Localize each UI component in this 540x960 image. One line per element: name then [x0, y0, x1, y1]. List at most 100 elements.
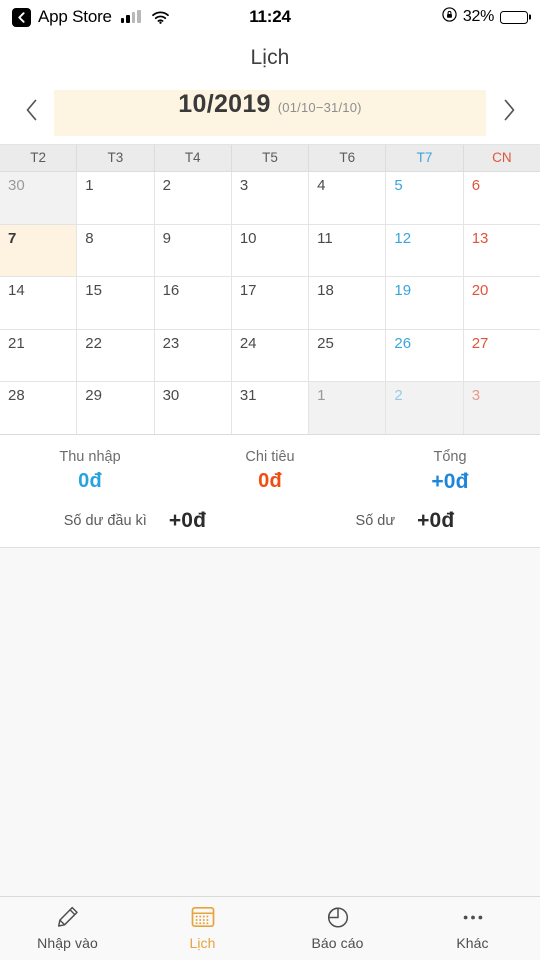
calendar-day-cell[interactable]: 19 [386, 277, 464, 329]
calendar-day-cell[interactable]: 5 [386, 172, 464, 224]
day-number: 4 [317, 177, 326, 194]
weekday-header-t4: T4 [155, 145, 232, 171]
day-number: 2 [162, 177, 171, 194]
day-number: 10 [239, 229, 257, 247]
tab-label: Báo cáo [311, 935, 364, 951]
tab-báo-cáo[interactable]: Báo cáo [270, 904, 405, 951]
calendar-day-cell[interactable]: 3 [463, 382, 540, 434]
day-number: 9 [162, 229, 171, 247]
summary-balance-row: Số dư đầu kì +0đ Số dư +0đ [0, 505, 540, 549]
weekday-header-t6: T6 [309, 145, 387, 171]
calendar-week-row: 14 15 16 17 18 19 20 [0, 277, 540, 330]
day-number: 3 [471, 387, 481, 405]
day-number: 23 [162, 334, 180, 352]
calendar-day-cell-today[interactable]: 7 [0, 224, 78, 277]
calendar-day-cell[interactable]: 23 [154, 329, 232, 382]
day-number: 1 [85, 177, 94, 194]
pie-chart-icon [325, 904, 351, 930]
day-number: 14 [8, 282, 25, 300]
chevron-left-icon[interactable] [12, 7, 31, 27]
day-number: 12 [394, 229, 412, 247]
tab-nhập-vào[interactable]: Nhập vào [0, 904, 135, 951]
calendar-week-row: 30 1 2 3 4 5 6 [0, 172, 540, 225]
calendar-day-cell[interactable]: 30 [154, 382, 232, 434]
day-number: 30 [8, 177, 25, 194]
month-range-label: (01/10−31/10) [277, 99, 362, 115]
calendar-day-cell[interactable]: 1 [309, 382, 387, 434]
tab-label: Khác [456, 935, 489, 951]
calendar-day-cell[interactable]: 22 [77, 329, 155, 382]
weekday-header-t5: T5 [232, 145, 310, 171]
calendar-week-row: 21 22 23 24 25 26 27 [0, 329, 540, 383]
calendar-day-cell[interactable]: 25 [309, 329, 387, 382]
rotation-lock-icon [442, 7, 457, 27]
day-number: 19 [394, 282, 412, 300]
calendar-day-cell[interactable]: 20 [463, 277, 540, 329]
calendar-day-cell[interactable]: 2 [154, 172, 232, 224]
calendar-day-cell[interactable]: 30 [0, 172, 78, 224]
next-month-button[interactable] [486, 90, 532, 136]
calendar-week-row: 7 8 9 10 11 12 13 [0, 224, 540, 278]
income-summary[interactable]: Thu nhập 0đ [0, 447, 180, 495]
calendar-day-cell[interactable]: 11 [309, 224, 387, 277]
calendar-day-cell[interactable]: 6 [463, 172, 540, 224]
weekday-header-row: T2 T3 T4 T5 T6 T7 CN [0, 145, 540, 172]
expense-label: Chi tiêu [245, 449, 295, 465]
page-title: Lịch [250, 45, 290, 69]
day-number: 28 [8, 387, 25, 405]
calendar-day-cell[interactable]: 8 [77, 224, 155, 277]
prev-month-button[interactable] [8, 90, 54, 136]
day-number: 8 [85, 229, 94, 247]
calendar-day-cell[interactable]: 28 [0, 382, 78, 434]
calendar-day-cell[interactable]: 15 [77, 277, 155, 329]
calendar-day-cell[interactable]: 31 [231, 382, 310, 434]
expense-summary[interactable]: Chi tiêu 0đ [180, 447, 360, 495]
carrier-label[interactable]: App Store [38, 7, 112, 27]
calendar-day-cell[interactable]: 18 [309, 277, 387, 329]
day-number: 31 [239, 387, 257, 405]
wifi-icon [151, 11, 169, 24]
summary-panel: Thu nhập 0đ Chi tiêu 0đ Tổng +0đ Số dư đ… [0, 435, 540, 549]
balance-group: Số dư +0đ [270, 509, 540, 533]
tab-khác[interactable]: Khác [405, 904, 540, 951]
calendar-day-cell[interactable]: 26 [386, 329, 464, 382]
calendar-day-cell[interactable]: 12 [386, 224, 464, 277]
calendar-day-cell[interactable]: 9 [154, 224, 232, 277]
day-number: 24 [239, 334, 257, 352]
calendar-day-cell[interactable]: 13 [463, 224, 540, 277]
current-month-display[interactable]: 10/2019 (01/10−31/10) [54, 89, 486, 136]
calendar-icon [190, 904, 216, 930]
day-number: 21 [8, 334, 25, 352]
calendar-day-cell[interactable]: 17 [231, 277, 310, 329]
calendar-day-cell[interactable]: 29 [77, 382, 155, 434]
bottom-tab-bar: Nhập vào Lịch Báo cáo Khác [0, 896, 540, 960]
day-number: 6 [471, 177, 481, 194]
total-summary[interactable]: Tổng +0đ [360, 447, 540, 495]
tab-lịch[interactable]: Lịch [135, 904, 270, 951]
balance-label: Số dư [355, 513, 396, 530]
calendar-day-cell[interactable]: 1 [77, 172, 155, 224]
calendar-day-cell[interactable]: 24 [231, 329, 310, 382]
calendar-day-cell[interactable]: 14 [0, 277, 78, 329]
status-bar-right: 32% [442, 7, 528, 27]
balance-value: +0đ [417, 509, 455, 533]
ellipsis-icon [460, 904, 486, 930]
day-number: 27 [471, 334, 489, 352]
day-number: 25 [317, 334, 334, 352]
day-number: 13 [471, 229, 489, 247]
transaction-list-empty-area [0, 548, 540, 896]
calendar-day-cell[interactable]: 4 [309, 172, 387, 224]
calendar-day-cell[interactable]: 27 [463, 329, 540, 382]
cellular-signal-icon [120, 10, 141, 23]
calendar-day-cell[interactable]: 10 [231, 224, 310, 277]
calendar-day-cell[interactable]: 3 [231, 172, 310, 224]
month-selector: 10/2019 (01/10−31/10) [0, 81, 540, 145]
opening-balance-group: Số dư đầu kì +0đ [0, 509, 270, 533]
calendar-week-row: 28 29 30 31 1 2 3 [0, 382, 540, 434]
calendar-day-cell[interactable]: 16 [154, 277, 232, 329]
chevron-left-icon [25, 99, 38, 126]
day-number: 16 [162, 282, 180, 300]
calendar-day-cell[interactable]: 21 [0, 329, 78, 382]
calendar-day-cell[interactable]: 2 [386, 382, 464, 434]
day-number: 1 [317, 387, 326, 405]
